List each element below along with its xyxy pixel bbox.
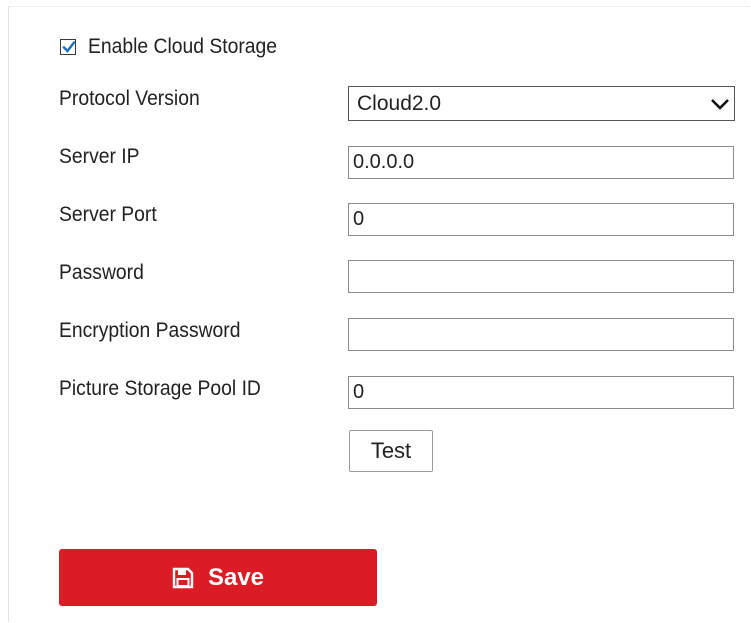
cloud-storage-settings-panel: Enable Cloud Storage Protocol Version Cl… [8, 6, 750, 622]
picture-storage-pool-id-input[interactable] [348, 376, 734, 409]
protocol-version-label: Protocol Version [59, 87, 200, 110]
floppy-disk-icon [172, 567, 194, 589]
server-port-input[interactable] [348, 203, 734, 236]
server-port-label: Server Port [59, 203, 157, 226]
protocol-version-selected-value: Cloud2.0 [357, 91, 442, 115]
protocol-version-select[interactable]: Cloud2.0 [348, 86, 735, 121]
save-button-label: Save [207, 563, 265, 591]
enable-cloud-storage-checkbox[interactable] [60, 39, 76, 55]
check-icon [62, 40, 76, 53]
password-input[interactable] [348, 260, 734, 293]
chevron-down-icon [706, 87, 734, 120]
encryption-password-label: Encryption Password [59, 319, 241, 342]
server-ip-label: Server IP [59, 145, 140, 168]
password-label: Password [59, 261, 144, 284]
encryption-password-input[interactable] [348, 318, 734, 351]
enable-cloud-storage-label: Enable Cloud Storage [88, 35, 278, 58]
test-button[interactable]: Test [349, 430, 433, 472]
enable-cloud-storage-row: Enable Cloud Storage [60, 33, 293, 61]
save-button[interactable]: Save [59, 549, 377, 606]
picture-storage-pool-id-label: Picture Storage Pool ID [59, 377, 261, 400]
server-ip-input[interactable] [348, 146, 734, 179]
